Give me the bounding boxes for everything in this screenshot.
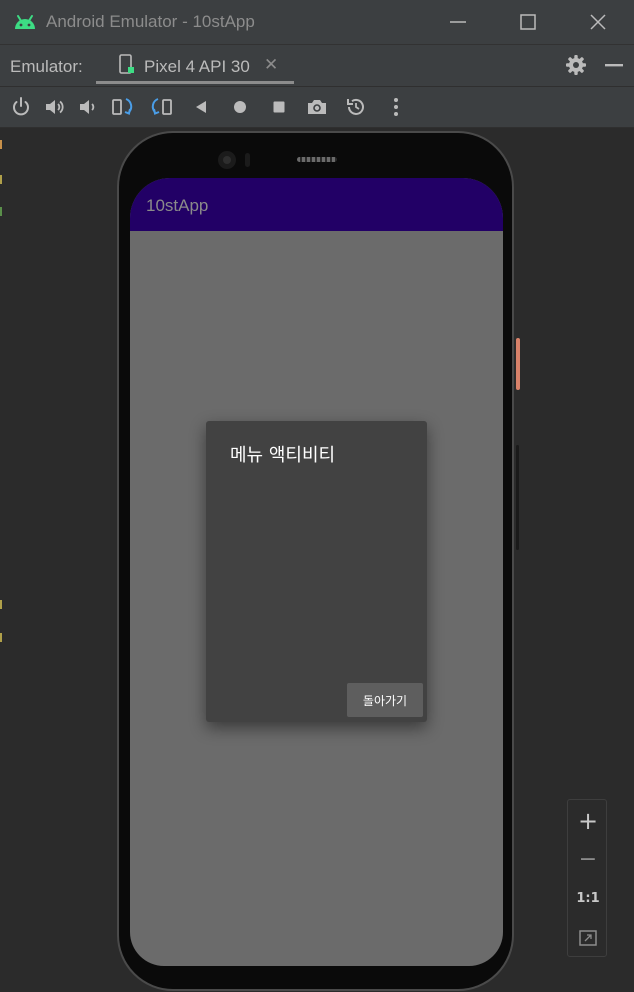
snapshot-icon[interactable] [344,95,368,119]
left-marker [0,140,2,149]
front-camera-icon [218,151,250,169]
zoom-panel: + − 1:1 [567,799,607,957]
maximize-icon[interactable] [516,10,540,34]
power-icon[interactable] [9,95,33,119]
volume-up-icon[interactable] [43,95,67,119]
dialog-title: 메뉴 액티비티 [230,445,336,466]
fit-screen-icon[interactable] [578,928,598,948]
left-marker [0,207,2,216]
back-icon[interactable] [189,95,213,119]
emulator-toolbar [0,86,634,128]
home-icon[interactable] [228,95,252,119]
device-screen[interactable]: 10stApp 메뉴 액티비티 돌아가기 [130,178,503,966]
left-marker [0,600,2,609]
minimize-icon[interactable] [446,10,470,34]
tab-pixel-4-api-30[interactable]: Pixel 4 API 30 ✕ [96,45,294,87]
back-button[interactable]: 돌아가기 [347,683,423,717]
emulator-tab-bar: Emulator: Pixel 4 API 30 ✕ [0,44,634,87]
android-logo-icon [15,15,35,29]
rotate-right-icon[interactable] [149,95,173,119]
app-title: 10stApp [146,196,209,215]
more-icon[interactable] [384,95,408,119]
zoom-1-to-1-button[interactable]: 1:1 [568,887,608,911]
zoom-in-button[interactable]: + [568,806,608,836]
power-side-button [516,338,520,390]
tab-underline [96,81,294,84]
menu-dialog: 메뉴 액티비티 돌아가기 [206,421,427,722]
left-marker [0,175,2,184]
overview-icon[interactable] [267,95,291,119]
title-bar: Android Emulator - 10stApp [0,0,634,44]
window-title: Android Emulator - 10stApp [46,12,255,31]
zoom-out-button[interactable]: − [568,845,608,875]
earpiece-speaker [297,157,337,162]
minimize-panel-icon[interactable] [602,53,626,77]
gear-icon[interactable] [564,53,588,77]
close-icon[interactable] [586,10,610,34]
tab-label: Pixel 4 API 30 [144,57,250,76]
volume-down-icon[interactable] [76,95,100,119]
emulator-label: Emulator: [10,57,83,76]
rotate-left-icon[interactable] [111,95,135,119]
left-marker [0,633,2,642]
screenshot-icon[interactable] [305,95,329,119]
tab-close-icon[interactable]: ✕ [264,55,278,75]
app-bar: 10stApp [130,178,503,231]
device-icon [119,54,134,74]
volume-side-button [516,445,519,550]
